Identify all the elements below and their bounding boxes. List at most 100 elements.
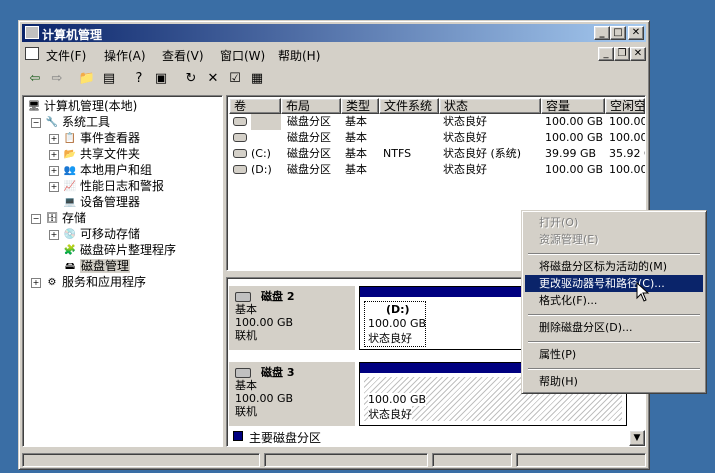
type-cell: 基本 bbox=[345, 131, 367, 144]
disk-volume-icon bbox=[233, 117, 247, 126]
title-bar[interactable]: 计算机管理 _ □ ✕ bbox=[22, 24, 646, 42]
expand-icon[interactable]: + bbox=[49, 133, 59, 144]
menu-item-explore[interactable]: 资源管理(E) bbox=[525, 231, 703, 248]
tree-item-performance-logs[interactable]: + 📈 性能日志和警报 bbox=[49, 178, 164, 194]
status-pane-3 bbox=[432, 453, 512, 467]
expand-icon[interactable]: + bbox=[49, 165, 59, 176]
help-icon[interactable]: ? bbox=[130, 70, 148, 88]
menu-item-help[interactable]: 帮助(H) bbox=[525, 373, 703, 390]
menu-item-properties[interactable]: 属性(P) bbox=[525, 346, 703, 363]
column-header-type[interactable]: 类型 bbox=[341, 98, 379, 114]
refresh-icon[interactable]: ↻ bbox=[182, 70, 200, 88]
menu-file[interactable]: 文件(F) bbox=[46, 47, 86, 64]
column-header-volume[interactable]: 卷 bbox=[229, 98, 281, 114]
up-folder-icon[interactable]: 📁 bbox=[78, 70, 96, 88]
fs-cell bbox=[383, 162, 439, 178]
menu-separator bbox=[528, 253, 700, 255]
capacity-cell: 100.00 GB bbox=[545, 131, 604, 144]
column-header-capacity[interactable]: 容量 bbox=[541, 98, 605, 114]
collapse-icon[interactable]: − bbox=[31, 213, 41, 224]
tree-item-disk-management[interactable]: 🖴 磁盘管理 bbox=[63, 258, 131, 274]
forward-arrow-icon[interactable]: ⇨ bbox=[48, 70, 66, 88]
column-header-filesystem[interactable]: 文件系统 bbox=[379, 98, 439, 114]
status-pane-1 bbox=[22, 453, 260, 467]
expand-icon[interactable]: + bbox=[49, 229, 59, 240]
show-tree-icon[interactable]: ▤ bbox=[100, 70, 118, 88]
services-icon: ⚙ bbox=[47, 277, 57, 288]
table-row[interactable]: 磁盘分区 基本 状态良好 100.00 GB 100.00 bbox=[229, 114, 645, 130]
tree-item-services-apps[interactable]: + ⚙ 服务和应用程序 bbox=[31, 274, 146, 290]
scroll-down-button[interactable]: ▼ bbox=[629, 430, 645, 446]
tree-item-local-users[interactable]: + 👥 本地用户和组 bbox=[49, 162, 152, 178]
child-restore-button[interactable]: ❐ bbox=[614, 47, 630, 61]
minimize-button[interactable]: _ bbox=[594, 26, 610, 40]
volume-cell bbox=[251, 130, 281, 146]
free-cell: 100.00 bbox=[609, 115, 645, 128]
expand-icon[interactable]: + bbox=[49, 181, 59, 192]
child-window-icon bbox=[25, 47, 39, 60]
close-button[interactable]: ✕ bbox=[628, 26, 644, 40]
type-cell: 基本 bbox=[345, 147, 367, 160]
status-cell: 状态良好 bbox=[443, 163, 487, 176]
disk-volume-icon bbox=[233, 149, 247, 158]
users-icon: 👥 bbox=[63, 165, 77, 176]
expand-icon[interactable]: + bbox=[31, 277, 41, 288]
check-icon[interactable]: ☑ bbox=[226, 70, 244, 88]
tree-item-label: 系统工具 bbox=[62, 115, 111, 129]
tools-icon: 🔧 bbox=[45, 117, 59, 128]
tree-item-shared-folders[interactable]: + 📂 共享文件夹 bbox=[49, 146, 140, 162]
console-tree: 🖥 计算机管理(本地) − 🔧 系统工具 + 📋 事件查看器 + 📂 共享文件夹 + 👥 本地用户… bbox=[22, 95, 223, 447]
column-header-free[interactable]: 空闲空 bbox=[605, 98, 645, 114]
tree-item-system-tools[interactable]: − 🔧 系统工具 bbox=[31, 114, 110, 130]
column-header-status[interactable]: 状态 bbox=[439, 98, 541, 114]
column-header-layout[interactable]: 布局 bbox=[281, 98, 341, 114]
tree-item-removable-storage[interactable]: + 💿 可移动存储 bbox=[49, 226, 140, 242]
disk-drive-icon bbox=[235, 292, 251, 302]
collapse-icon[interactable]: − bbox=[31, 117, 41, 128]
menu-item-mark-active[interactable]: 将磁盘分区标为活动的(M) bbox=[525, 258, 703, 275]
table-row[interactable]: (D:) 磁盘分区 基本 状态良好 100.00 GB 100.00 bbox=[229, 162, 645, 178]
disk-3-label[interactable]: 磁盘 3 基本 100.00 GB 联机 bbox=[229, 362, 355, 426]
child-close-button[interactable]: ✕ bbox=[630, 47, 646, 61]
legend-label: 主要磁盘分区 bbox=[249, 431, 322, 445]
tree-item-defragmenter[interactable]: 🧩 磁盘碎片整理程序 bbox=[63, 242, 176, 258]
properties-icon[interactable]: ▣ bbox=[152, 70, 170, 88]
status-cell: 状态良好 bbox=[443, 115, 487, 128]
free-cell: 35.92 G bbox=[609, 147, 645, 160]
disk-volume-icon bbox=[233, 133, 247, 142]
context-menu: 打开(O) 资源管理(E) 将磁盘分区标为活动的(M) 更改驱动器号和路径(C)… bbox=[521, 210, 707, 394]
table-row[interactable]: 磁盘分区 基本 状态良好 100.00 GB 100.00 bbox=[229, 130, 645, 146]
disk-2-label[interactable]: 磁盘 2 基本 100.00 GB 联机 bbox=[229, 286, 355, 350]
layout-cell: 磁盘分区 bbox=[287, 131, 331, 144]
performance-icon: 📈 bbox=[63, 181, 77, 192]
menu-item-format[interactable]: 格式化(F)... bbox=[525, 292, 703, 309]
menu-action[interactable]: 操作(A) bbox=[104, 47, 146, 64]
fs-cell: NTFS bbox=[383, 147, 412, 160]
free-cell: 100.00 bbox=[609, 163, 645, 176]
delete-icon[interactable]: ✕ bbox=[204, 70, 222, 88]
back-arrow-icon[interactable]: ⇦ bbox=[26, 70, 44, 88]
menu-item-change-drive-letter[interactable]: 更改驱动器号和路径(C)... bbox=[525, 275, 703, 292]
disk-state: 联机 bbox=[235, 405, 257, 418]
maximize-button[interactable]: □ bbox=[610, 26, 626, 40]
table-row[interactable]: (C:) 磁盘分区 基本 NTFS 状态良好 (系统) 39.99 GB 35.… bbox=[229, 146, 645, 162]
tree-item-computer-management[interactable]: 🖥 计算机管理(本地) bbox=[27, 98, 138, 114]
export-icon[interactable]: ▦ bbox=[248, 70, 266, 88]
tree-item-storage[interactable]: − 🗄 存储 bbox=[31, 210, 86, 226]
menu-help[interactable]: 帮助(H) bbox=[278, 47, 320, 64]
menu-item-open[interactable]: 打开(O) bbox=[525, 214, 703, 231]
child-minimize-button[interactable]: _ bbox=[598, 47, 614, 61]
expand-icon[interactable]: + bbox=[49, 149, 59, 160]
menu-item-delete-partition[interactable]: 删除磁盘分区(D)... bbox=[525, 319, 703, 336]
tree-item-label: 本地用户和组 bbox=[80, 163, 153, 177]
menu-window[interactable]: 窗口(W) bbox=[220, 47, 265, 64]
tree-item-device-manager[interactable]: 💻 设备管理器 bbox=[63, 194, 140, 210]
type-cell: 基本 bbox=[345, 115, 367, 128]
legend-swatch bbox=[233, 431, 243, 441]
partition-size: 100.00 GB bbox=[368, 317, 427, 330]
toolbar: ⇦ ⇨ 📁 ▤ ? ▣ ↻ ✕ ☑ ▦ bbox=[22, 67, 646, 91]
menu-view[interactable]: 查看(V) bbox=[162, 47, 204, 64]
tree-item-label: 事件查看器 bbox=[80, 131, 141, 145]
capacity-cell: 100.00 GB bbox=[545, 163, 604, 176]
tree-item-event-viewer[interactable]: + 📋 事件查看器 bbox=[49, 130, 140, 146]
